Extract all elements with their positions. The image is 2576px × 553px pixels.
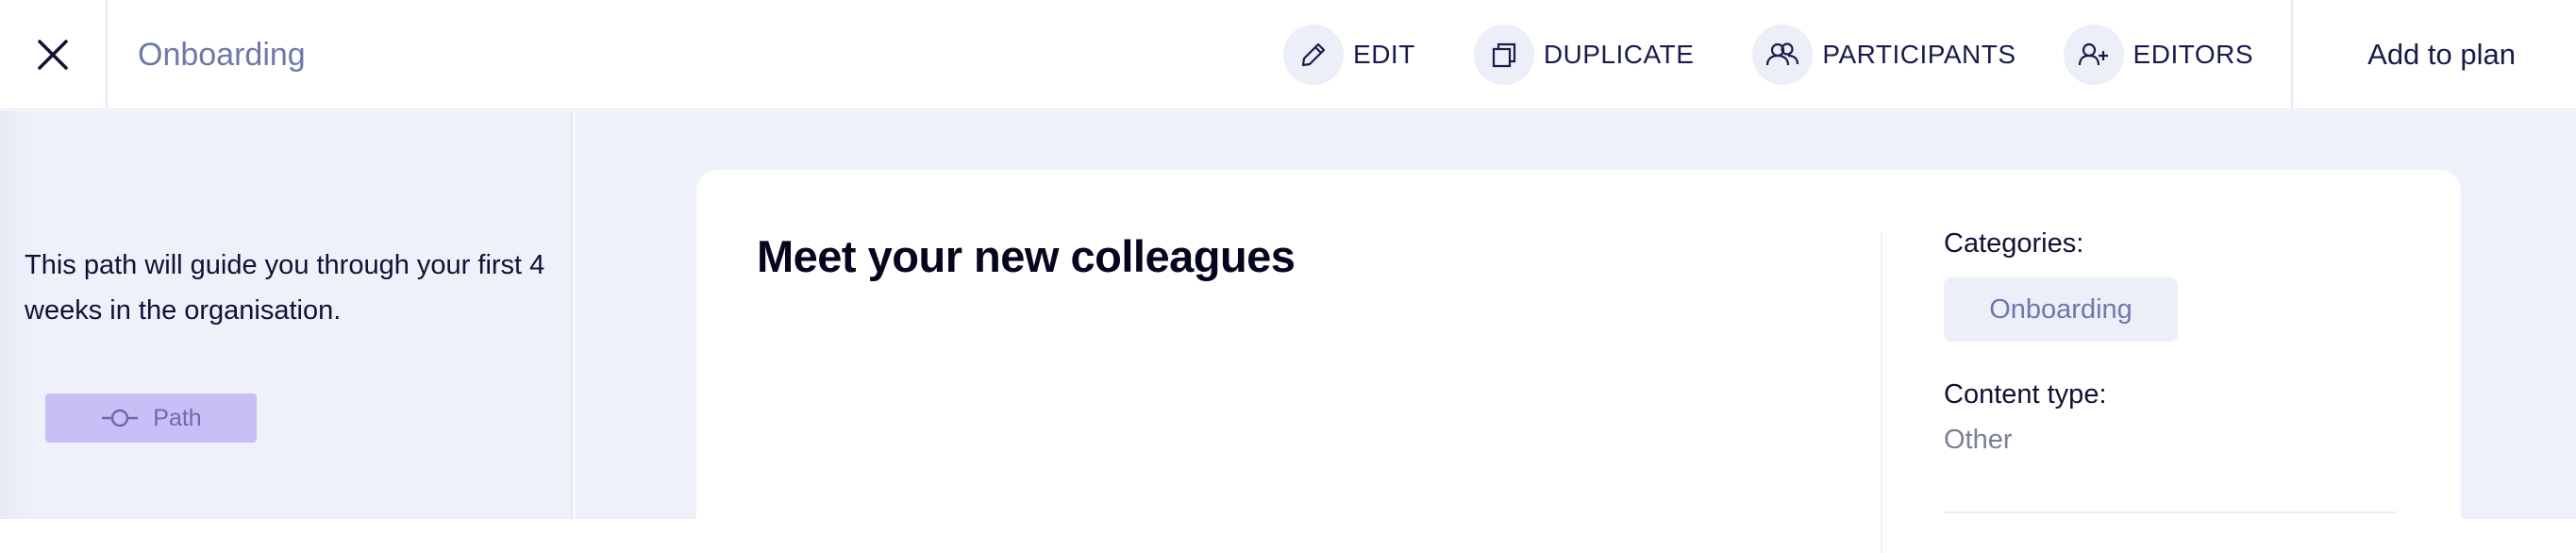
path-description: This path will guide you through your fi… [25,250,545,326]
step-card: Meet your new colleagues Categories: Onb… [696,170,2461,553]
edit-button[interactable]: EDIT [1283,0,1415,109]
path-icon [102,409,139,427]
duplicate-button[interactable]: DUPLICATE [1473,0,1695,109]
pencil-icon [1301,42,1326,67]
category-chip[interactable]: Onboarding [1944,277,2178,342]
participants-icon [1766,42,1799,66]
card-title: Meet your new colleagues [757,231,1296,281]
duplicate-label: DUPLICATE [1543,40,1695,69]
meta-divider [1944,511,2397,513]
participants-label: PARTICIPANTS [1822,40,2016,69]
participants-icon-wrap [1752,25,1814,85]
participants-button[interactable]: PARTICIPANTS [1752,0,2016,109]
add-to-plan-button[interactable]: Add to plan [2293,0,2576,109]
page-title: Onboarding [138,36,306,73]
content-type-value: Other [1944,425,2013,455]
main-content: Meet your new colleagues Categories: Onb… [575,110,2576,553]
close-icon [38,40,68,70]
categories-label: Categories: [1944,228,2084,259]
header-actions: EDIT DUPLICATE PARTICIPANTS EDITORS Add … [1283,0,2576,109]
close-button[interactable] [0,0,108,109]
edit-icon-wrap [1283,25,1345,85]
path-badge: Path [45,394,257,443]
duplicate-icon-wrap [1473,25,1534,85]
content-type-label: Content type: [1944,379,2107,410]
sidebar: This path will guide you through your fi… [0,110,573,519]
card-divider [1881,232,1882,553]
path-badge-label: Path [153,404,202,431]
editors-button[interactable]: EDITORS [2063,0,2253,109]
top-bar: Onboarding EDIT DUPLICATE PARTICIPANTS E… [0,0,2576,109]
edit-label: EDIT [1353,40,1415,69]
editors-label: EDITORS [2133,40,2253,69]
editors-icon-wrap [2063,25,2124,85]
add-user-icon [2078,42,2108,66]
duplicate-icon [1492,42,1515,68]
